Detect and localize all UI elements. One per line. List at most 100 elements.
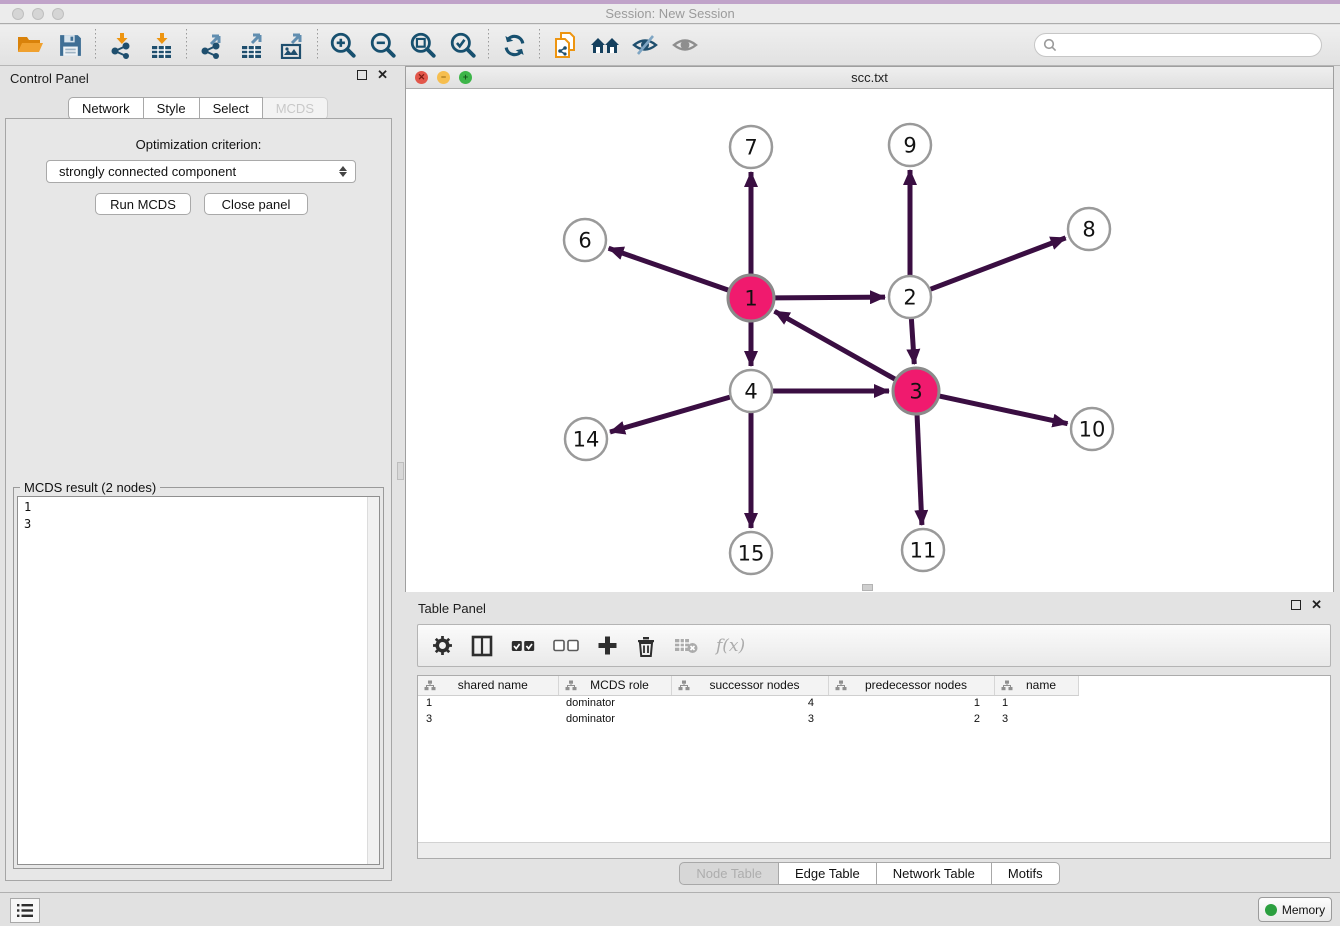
zoom-selected-icon[interactable] bbox=[443, 27, 483, 63]
zoom-fit-icon[interactable] bbox=[403, 27, 443, 63]
float-panel-icon[interactable] bbox=[357, 70, 367, 80]
table-cell[interactable]: 2 bbox=[828, 711, 994, 727]
list-icon bbox=[16, 903, 34, 918]
edge-1-2[interactable] bbox=[775, 297, 885, 298]
table-cell[interactable]: 3 bbox=[418, 711, 558, 727]
clone-network-icon[interactable] bbox=[545, 27, 585, 63]
criterion-value: strongly connected component bbox=[59, 164, 236, 179]
tab-select[interactable]: Select bbox=[200, 97, 263, 120]
show-column-panel-icon[interactable] bbox=[471, 635, 493, 657]
table-row[interactable]: 3dominator323 bbox=[418, 711, 1078, 727]
import-network-icon[interactable] bbox=[101, 27, 141, 63]
panel-splitter-handle[interactable] bbox=[397, 462, 404, 480]
column-sort-icon bbox=[1001, 680, 1013, 691]
hide-panels-eye-icon[interactable] bbox=[625, 27, 665, 63]
export-network-icon[interactable] bbox=[192, 27, 232, 63]
close-panel-button[interactable]: Close panel bbox=[204, 193, 308, 215]
column-sort-icon bbox=[565, 680, 577, 691]
tab-node-table[interactable]: Node Table bbox=[679, 862, 779, 885]
edge-4-14[interactable] bbox=[610, 397, 730, 432]
toolbar-separator bbox=[317, 29, 318, 61]
mcds-tab-panel: Optimization criterion: strongly connect… bbox=[5, 118, 392, 881]
network-window-titlebar[interactable]: ✕ − + scc.txt bbox=[406, 67, 1333, 89]
task-history-button[interactable] bbox=[10, 898, 40, 923]
table-cell[interactable]: 1 bbox=[994, 695, 1078, 711]
table-cell[interactable]: dominator bbox=[558, 711, 671, 727]
table-toolbar: f(x) bbox=[417, 624, 1331, 667]
column-sort-icon bbox=[424, 680, 436, 691]
import-table-icon[interactable] bbox=[141, 27, 181, 63]
app-title: Session: New Session bbox=[0, 6, 1340, 21]
edge-3-10[interactable] bbox=[939, 396, 1067, 424]
show-panels-eye-icon[interactable] bbox=[665, 27, 705, 63]
memory-status-icon bbox=[1265, 904, 1277, 916]
table-options-gear-icon[interactable] bbox=[432, 635, 453, 656]
refresh-icon[interactable] bbox=[494, 27, 534, 63]
table-cell[interactable]: dominator bbox=[558, 695, 671, 711]
table-panel: Table Panel ✕ f(x) shared nameM bbox=[405, 596, 1334, 888]
node-label-11: 11 bbox=[910, 539, 937, 563]
open-file-icon[interactable] bbox=[10, 27, 50, 63]
node-label-4: 4 bbox=[744, 380, 757, 404]
close-table-panel-icon[interactable]: ✕ bbox=[1311, 600, 1322, 610]
tab-network[interactable]: Network bbox=[68, 97, 144, 120]
disable-all-checkboxes-icon[interactable] bbox=[553, 639, 579, 652]
save-session-icon[interactable] bbox=[50, 27, 90, 63]
enable-all-checkboxes-icon[interactable] bbox=[511, 640, 535, 652]
zoom-out-icon[interactable] bbox=[363, 27, 403, 63]
search-input[interactable] bbox=[1057, 38, 1321, 52]
node-label-3: 3 bbox=[909, 380, 922, 404]
edge-3-11[interactable] bbox=[917, 415, 922, 525]
tab-style[interactable]: Style bbox=[144, 97, 200, 120]
table-row[interactable]: 1dominator411 bbox=[418, 695, 1078, 711]
column-header-predecessor-nodes[interactable]: predecessor nodes bbox=[828, 676, 994, 695]
control-panel: Control Panel ✕ NetworkStyleSelectMCDS O… bbox=[0, 66, 396, 888]
node-label-8: 8 bbox=[1082, 218, 1095, 242]
tab-mcds[interactable]: MCDS bbox=[263, 97, 328, 120]
search-field[interactable] bbox=[1034, 33, 1322, 57]
export-image-icon[interactable] bbox=[272, 27, 312, 63]
export-table-icon[interactable] bbox=[232, 27, 272, 63]
column-sort-icon bbox=[835, 680, 847, 691]
float-table-panel-icon[interactable] bbox=[1291, 600, 1301, 610]
table-cell[interactable]: 1 bbox=[418, 695, 558, 711]
table-cell[interactable]: 1 bbox=[828, 695, 994, 711]
home-layout-icon[interactable] bbox=[585, 27, 625, 63]
table-cell[interactable]: 3 bbox=[994, 711, 1078, 727]
network-canvas[interactable]: 7968124314101511 bbox=[406, 89, 1333, 592]
criterion-dropdown[interactable]: strongly connected component bbox=[46, 160, 356, 183]
memory-button[interactable]: Memory bbox=[1258, 897, 1332, 922]
tab-network-table[interactable]: Network Table bbox=[877, 862, 992, 885]
mcds-result-group: MCDS result (2 nodes) 1 3 bbox=[13, 487, 384, 869]
node-table[interactable]: shared name MCDS rolesuccessor nodesprede… bbox=[417, 675, 1331, 859]
table-hscroll-track[interactable] bbox=[418, 842, 1330, 858]
mcds-result-textarea[interactable]: 1 3 bbox=[17, 496, 380, 865]
edge-1-6[interactable] bbox=[609, 248, 729, 290]
run-mcds-button[interactable]: Run MCDS bbox=[95, 193, 191, 215]
tab-edge-table[interactable]: Edge Table bbox=[779, 862, 877, 885]
network-graph[interactable]: 7968124314101511 bbox=[406, 89, 1333, 592]
add-column-icon[interactable] bbox=[597, 635, 618, 656]
delete-column-trash-icon[interactable] bbox=[636, 635, 656, 657]
edge-2-3[interactable] bbox=[911, 319, 914, 364]
close-panel-icon[interactable]: ✕ bbox=[377, 70, 388, 80]
column-header-MCDS-role[interactable]: MCDS role bbox=[558, 676, 671, 695]
edge-2-8[interactable] bbox=[931, 238, 1066, 289]
column-header-name[interactable]: name bbox=[994, 676, 1078, 695]
table-cell[interactable]: 3 bbox=[671, 711, 828, 727]
titlebar-accent bbox=[0, 0, 1340, 4]
control-panel-tabs: NetworkStyleSelectMCDS bbox=[0, 97, 396, 120]
table-cell[interactable]: 4 bbox=[671, 695, 828, 711]
column-header-shared-name[interactable]: shared name bbox=[418, 676, 558, 695]
zoom-in-icon[interactable] bbox=[323, 27, 363, 63]
column-header-successor-nodes[interactable]: successor nodes bbox=[671, 676, 828, 695]
table-panel-title: Table Panel bbox=[418, 601, 486, 616]
result-scrollbar[interactable] bbox=[367, 497, 379, 864]
toolbar-separator bbox=[488, 29, 489, 61]
edge-3-1[interactable] bbox=[775, 311, 896, 379]
search-icon bbox=[1043, 38, 1057, 52]
memory-label: Memory bbox=[1282, 903, 1325, 917]
column-label: MCDS role bbox=[577, 678, 671, 692]
canvas-hscroll-thumb[interactable] bbox=[862, 584, 873, 591]
tab-motifs[interactable]: Motifs bbox=[992, 862, 1060, 885]
